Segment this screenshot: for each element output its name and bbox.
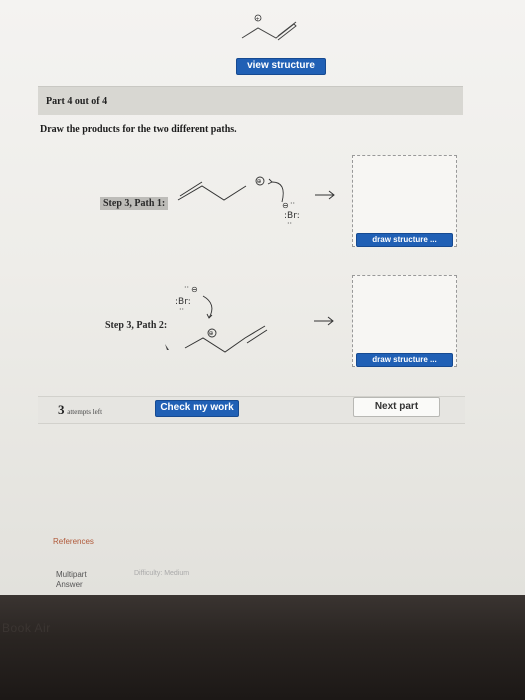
- check-my-work-button[interactable]: Check my work: [155, 400, 239, 417]
- view-structure-button[interactable]: view structure: [236, 58, 326, 75]
- step1-draw-structure-button[interactable]: draw structure ...: [356, 233, 453, 247]
- step2-bromide-dots-bottom: ··: [179, 305, 184, 314]
- attempts-count: 3: [58, 402, 65, 417]
- step1-anion-charge: ⊖: [282, 201, 289, 210]
- next-part-button[interactable]: Next part: [353, 397, 440, 417]
- step2-label: Step 3, Path 2:: [105, 320, 168, 331]
- multipart-answer-label: Multipart Answer: [56, 570, 87, 590]
- attempts-text: attempts left: [67, 408, 103, 416]
- step2-mechanism: ⊖ ·· :Br: ·· ⊕: [165, 283, 268, 353]
- step1-answer-box[interactable]: draw structure ...: [352, 155, 457, 247]
- step2-arrow-icon: [314, 316, 334, 326]
- multipart-line2: Answer: [56, 580, 83, 589]
- step2-answer-box[interactable]: draw structure ...: [352, 275, 457, 367]
- step1-bromide-dots-bottom: ··: [287, 219, 292, 228]
- step2-draw-structure-button[interactable]: draw structure ...: [356, 353, 453, 367]
- part-label: Part 4 out of 4: [46, 96, 108, 107]
- step1-mechanism: ⊕ ⊖ ·· :Br: ··: [177, 176, 300, 228]
- top-molecule-structure: +: [241, 14, 297, 41]
- references-link[interactable]: References: [53, 537, 94, 546]
- multipart-line1: Multipart: [56, 570, 87, 579]
- step1-label: Step 3, Path 1:: [100, 197, 169, 210]
- part-header: Part 4 out of 4: [38, 86, 463, 115]
- screen: + view structure Part 4 out of 4 Draw th…: [0, 0, 525, 595]
- instruction-text: Draw the products for the two different …: [40, 124, 237, 135]
- bezel-brand-text: Book Air: [2, 621, 51, 635]
- step1-carbocation-symbol: ⊕: [257, 178, 262, 185]
- step2-anion-charge: ⊖: [191, 285, 198, 294]
- step2-bromide-dots: ··: [184, 283, 189, 292]
- laptop-bezel: Book Air: [0, 595, 525, 700]
- attempts-indicator: 3 attempts left: [58, 402, 102, 418]
- step2-carbocation-symbol: ⊕: [209, 330, 214, 337]
- difficulty-label: Difficulty: Medium: [134, 570, 190, 577]
- step1-bromide-dots: ··: [290, 199, 295, 208]
- top-charge-symbol: +: [256, 17, 260, 23]
- step1-arrow-icon: [315, 190, 335, 200]
